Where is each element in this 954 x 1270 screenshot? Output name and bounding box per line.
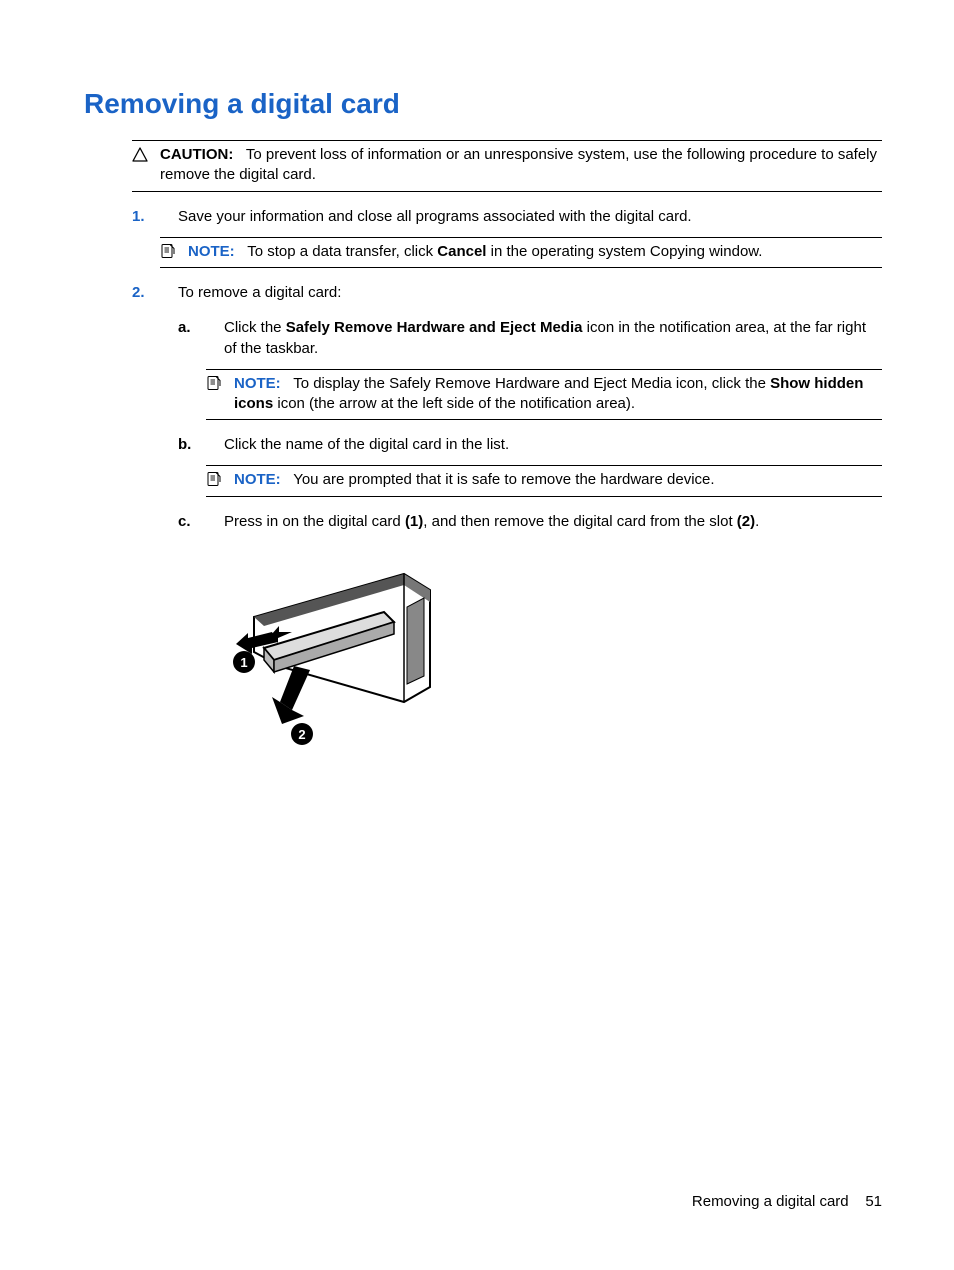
substep-text: , and then remove the digital card from … <box>423 513 737 530</box>
footer-text: Removing a digital card <box>692 1193 849 1210</box>
callout-one: 1 <box>240 655 247 670</box>
callout-two: 2 <box>298 727 305 742</box>
note-callout: NOTE: You are prompted that it is safe t… <box>206 465 882 496</box>
substep-bold: (1) <box>405 513 423 530</box>
step-text: Save your information and close all prog… <box>178 208 692 225</box>
note-bold: Cancel <box>437 243 486 260</box>
note-text: To stop a data transfer, click <box>247 243 437 260</box>
page-footer: Removing a digital card 51 <box>692 1193 882 1210</box>
caution-icon <box>132 145 150 163</box>
step-item: Save your information and close all prog… <box>178 206 882 268</box>
substep-item: Click the Safely Remove Hardware and Eje… <box>224 317 882 421</box>
note-text: To display the Safely Remove Hardware an… <box>293 375 770 392</box>
note-callout: NOTE: To display the Safely Remove Hardw… <box>206 369 882 421</box>
substep-item: Click the name of the digital card in th… <box>224 434 882 496</box>
note-icon <box>206 374 224 391</box>
caution-callout: CAUTION: To prevent loss of information … <box>132 140 882 192</box>
substep-bold: (2) <box>737 513 755 530</box>
substep-text: Click the name of the digital card in th… <box>224 436 509 453</box>
note-label: NOTE: <box>188 243 235 260</box>
page-title: Removing a digital card <box>84 88 882 120</box>
document-page: Removing a digital card CAUTION: To prev… <box>0 0 954 768</box>
substep-text: Click the <box>224 319 286 336</box>
step-item: To remove a digital card: Click the Safe… <box>178 282 882 768</box>
note-label: NOTE: <box>234 375 281 392</box>
note-text: You are prompted that it is safe to remo… <box>293 471 714 488</box>
caution-text: To prevent loss of information or an unr… <box>160 146 877 183</box>
note-callout: NOTE: To stop a data transfer, click Can… <box>160 237 882 268</box>
note-label: NOTE: <box>234 471 281 488</box>
page-number: 51 <box>865 1193 882 1210</box>
note-icon <box>206 470 224 487</box>
note-text: in the operating system Copying window. <box>486 243 762 260</box>
substep-bold: Safely Remove Hardware and Eject Media <box>286 319 583 336</box>
main-steps-list: Save your information and close all prog… <box>132 206 882 768</box>
note-text: icon (the arrow at the left side of the … <box>273 395 635 412</box>
sub-steps-list: Click the Safely Remove Hardware and Eje… <box>178 317 882 768</box>
substep-text: Press in on the digital card <box>224 513 405 530</box>
digital-card-illustration: 1 2 <box>224 552 882 768</box>
caution-label: CAUTION: <box>160 146 233 163</box>
substep-text: . <box>755 513 759 530</box>
note-icon <box>160 242 178 259</box>
substep-item: Press in on the digital card (1), and th… <box>224 511 882 768</box>
step-text: To remove a digital card: <box>178 284 341 301</box>
